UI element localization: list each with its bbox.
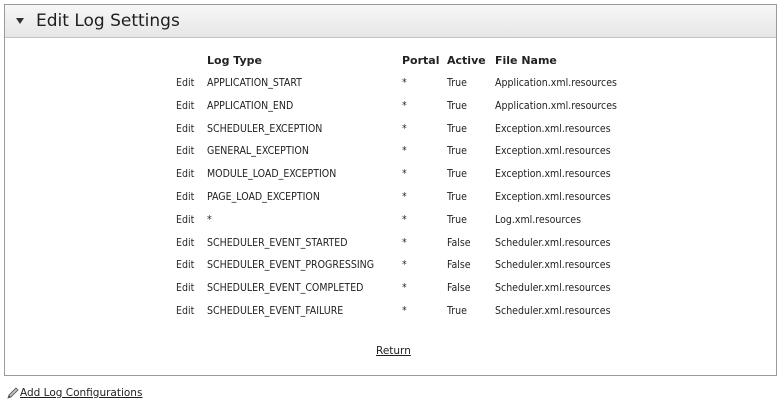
- log-type-cell: APPLICATION_END: [207, 99, 294, 112]
- active-cell: True: [447, 122, 467, 135]
- log-type-cell: SCHEDULER_EXCEPTION: [207, 122, 323, 135]
- portal-cell: *: [402, 282, 407, 295]
- pencil-icon: [7, 387, 19, 399]
- portal-cell: *: [402, 259, 407, 272]
- file-name-cell: Application.xml.resources: [495, 77, 617, 89]
- add-log-configurations-link[interactable]: Add Log Configurations: [20, 387, 142, 399]
- log-type-cell: SCHEDULER_EVENT_FAILURE: [207, 305, 344, 317]
- portal-cell: *: [402, 236, 407, 249]
- table-row: Edit GENERAL_EXCEPTION * True Exception.xml.…: [0, 144, 771, 166]
- file-name-cell: Scheduler.xml.resources: [495, 236, 611, 249]
- file-name-cell: Scheduler.xml.resources: [495, 305, 611, 317]
- active-cell: False: [447, 236, 471, 249]
- edit-link[interactable]: Edit: [176, 304, 194, 318]
- log-type-cell: *: [207, 213, 212, 226]
- column-header-active: Active: [447, 54, 486, 67]
- portal-cell: *: [402, 191, 407, 203]
- file-name-cell: Exception.xml.resources: [495, 191, 611, 203]
- portal-cell: *: [402, 77, 407, 89]
- portal-cell: *: [402, 122, 407, 135]
- active-cell: True: [447, 77, 467, 89]
- edit-link[interactable]: Edit: [176, 122, 194, 136]
- active-cell: False: [447, 282, 471, 295]
- table-row: Edit SCHEDULER_EXCEPTION * True Exception.xm…: [0, 122, 771, 144]
- table-row: Edit APPLICATION_END * True Application.xml.…: [0, 99, 771, 121]
- edit-link[interactable]: Edit: [176, 258, 194, 272]
- column-header-log-type: Log Type: [207, 54, 262, 67]
- column-header-file-name: File Name: [495, 54, 557, 67]
- return-link[interactable]: Return: [376, 345, 411, 357]
- file-name-cell: Exception.xml.resources: [495, 168, 611, 181]
- edit-link[interactable]: Edit: [176, 190, 194, 204]
- active-cell: False: [447, 259, 471, 272]
- log-type-cell: SCHEDULER_EVENT_COMPLETED: [207, 282, 364, 295]
- file-name-cell: Application.xml.resources: [495, 99, 617, 112]
- table-row: Edit SCHEDULER_EVENT_STARTED * False Schedul…: [0, 236, 771, 258]
- active-cell: True: [447, 191, 467, 203]
- active-cell: True: [447, 99, 467, 112]
- portal-cell: *: [402, 99, 407, 112]
- active-cell: True: [447, 145, 467, 158]
- portal-cell: *: [402, 305, 407, 317]
- edit-link[interactable]: Edit: [176, 76, 194, 90]
- file-name-cell: Scheduler.xml.resources: [495, 282, 611, 295]
- edit-link[interactable]: Edit: [176, 99, 194, 113]
- portal-cell: *: [402, 145, 407, 158]
- column-header-portal: Portal: [402, 54, 440, 67]
- table-row: Edit SCHEDULER_EVENT_COMPLETED * False Sched…: [0, 281, 771, 303]
- table-row: Edit PAGE_LOAD_EXCEPTION * True Exception.xm…: [0, 190, 771, 212]
- table-row: Edit SCHEDULER_EVENT_FAILURE * True Schedule…: [0, 304, 771, 326]
- log-type-cell: SCHEDULER_EVENT_STARTED: [207, 236, 348, 249]
- edit-link[interactable]: Edit: [176, 167, 194, 181]
- file-name-cell: Scheduler.xml.resources: [495, 259, 611, 272]
- log-type-cell: MODULE_LOAD_EXCEPTION: [207, 168, 337, 181]
- table-row: Edit MODULE_LOAD_EXCEPTION * True Exception.…: [0, 167, 771, 189]
- file-name-cell: Log.xml.resources: [495, 213, 581, 226]
- edit-link[interactable]: Edit: [176, 281, 194, 295]
- active-cell: True: [447, 213, 467, 226]
- log-settings-table: Log Type Portal Active File Name Edit APP…: [0, 0, 771, 370]
- table-row: Edit APPLICATION_START * True Application.xm…: [0, 76, 771, 98]
- portal-cell: *: [402, 168, 407, 181]
- edit-link[interactable]: Edit: [176, 213, 194, 227]
- log-type-cell: SCHEDULER_EVENT_PROGRESSING: [207, 259, 375, 272]
- file-name-cell: Exception.xml.resources: [495, 122, 611, 135]
- table-row: Edit SCHEDULER_EVENT_PROGRESSING * False Sch…: [0, 258, 771, 280]
- portal-cell: *: [402, 213, 407, 226]
- log-type-cell: GENERAL_EXCEPTION: [207, 145, 309, 158]
- file-name-cell: Exception.xml.resources: [495, 145, 611, 158]
- log-type-cell: PAGE_LOAD_EXCEPTION: [207, 191, 320, 203]
- active-cell: True: [447, 305, 467, 317]
- table-row: Edit * * True Log.xml.resources: [0, 213, 771, 235]
- active-cell: True: [447, 168, 467, 181]
- edit-link[interactable]: Edit: [176, 236, 194, 250]
- edit-link[interactable]: Edit: [176, 144, 194, 158]
- log-type-cell: APPLICATION_START: [207, 77, 302, 89]
